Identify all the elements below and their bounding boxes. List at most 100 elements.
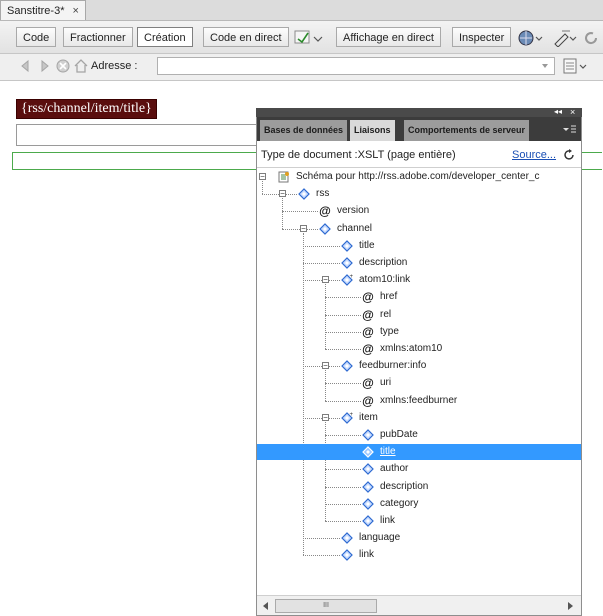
schema-document-icon (278, 171, 290, 183)
scroll-thumb[interactable]: III (275, 599, 377, 613)
schema-tree: − Schéma pour http://rss.adobe.com/develo… (257, 168, 581, 595)
element-icon (362, 497, 374, 510)
element-label: title (380, 446, 396, 458)
address-dropdown-icon[interactable] (539, 60, 551, 72)
svg-text:+: + (350, 412, 354, 418)
tree-node[interactable]: @ type (257, 324, 577, 340)
address-label: Adresse : (91, 60, 138, 72)
refresh-icon[interactable] (584, 30, 600, 46)
element-icon (341, 549, 353, 562)
element-icon (341, 239, 353, 252)
attribute-icon: @ (362, 342, 374, 356)
tree-node[interactable]: @ xmlns:atom10 (257, 341, 577, 357)
attribute-icon: @ (362, 376, 374, 391)
attribute-icon: @ (319, 204, 331, 219)
tree-node[interactable]: description (257, 255, 577, 271)
attribute-icon: @ (362, 324, 374, 339)
tab-databases[interactable]: Bases de données (260, 120, 348, 141)
collapse-toggle-icon[interactable]: − (322, 413, 329, 421)
split-view-button[interactable]: Fractionner (63, 27, 133, 47)
element-label: rss (316, 188, 330, 200)
attribute-label: rel (380, 308, 392, 320)
element-icon (362, 446, 374, 459)
design-view-button[interactable]: Création (137, 27, 193, 47)
tree-node[interactable]: description (257, 479, 577, 495)
element-label: title (359, 239, 375, 251)
refresh-schema-icon[interactable] (562, 148, 576, 162)
tree-node[interactable]: pubDate (257, 427, 577, 443)
tree-node[interactable]: @ uri (257, 375, 577, 391)
document-tab-strip (0, 0, 603, 21)
element-label: link (359, 549, 375, 561)
collapse-toggle-icon[interactable]: − (322, 276, 329, 284)
attribute-icon: @ (362, 307, 374, 322)
tree-node[interactable]: − feedburner:info (257, 358, 577, 374)
attribute-label: xmlns:feedburner (380, 394, 458, 406)
code-view-button[interactable]: Code (16, 27, 57, 47)
tree-node[interactable]: − rss (257, 186, 577, 202)
element-label: description (359, 257, 408, 268)
element-icon (341, 257, 353, 269)
element-label: language (359, 532, 401, 544)
document-tab[interactable]: Sanstitre-3* × (0, 0, 86, 20)
panel-options-menu-icon[interactable] (560, 123, 578, 137)
preview-browser-icon[interactable] (518, 29, 544, 47)
attribute-label: xmlns:atom10 (380, 343, 443, 354)
xslt-dynamic-text[interactable]: {rss/channel/item/title} (16, 99, 157, 119)
attribute-icon: @ (362, 290, 374, 305)
close-panel-icon[interactable]: × (570, 107, 575, 117)
panel-title-bar[interactable] (256, 108, 582, 117)
live-code-button[interactable]: Code en direct (203, 27, 289, 47)
element-label: item (359, 411, 378, 423)
design-text-box[interactable] (16, 124, 264, 146)
element-label: description (380, 480, 429, 492)
tree-node[interactable]: − + item (257, 410, 577, 426)
tree-node[interactable]: category (257, 496, 577, 512)
element-label: pubDate (380, 429, 418, 440)
tree-node[interactable]: link (257, 547, 577, 563)
collapse-toggle-icon[interactable]: − (279, 190, 286, 198)
back-arrow-icon[interactable] (18, 58, 34, 74)
scroll-right-icon[interactable] (565, 601, 575, 611)
horizontal-scrollbar[interactable]: III (257, 595, 581, 615)
tree-node[interactable]: language (257, 530, 577, 546)
visual-aids-icon[interactable] (562, 57, 592, 75)
element-label: channel (337, 222, 373, 234)
element-label: category (380, 497, 419, 509)
tab-bindings[interactable]: Liaisons (350, 120, 395, 141)
live-view-button[interactable]: Affichage en direct (336, 27, 441, 47)
tree-node[interactable]: link (257, 513, 577, 529)
element-icon (341, 532, 353, 545)
source-link[interactable]: Source... (512, 148, 556, 162)
collapse-toggle-icon[interactable]: − (300, 224, 307, 232)
collapse-toggle-icon[interactable]: − (322, 362, 329, 370)
element-icon (298, 188, 310, 201)
stop-icon[interactable] (55, 58, 71, 74)
tree-node[interactable]: − Schéma pour http://rss.adobe.com/develo… (257, 169, 577, 185)
tree-node[interactable]: @ rel (257, 307, 577, 323)
tree-node[interactable]: @ version (257, 203, 577, 219)
element-label: feedburner:info (359, 360, 427, 372)
tree-node[interactable]: − channel (257, 221, 577, 237)
element-icon (362, 515, 374, 527)
browser-check-icon[interactable] (294, 29, 324, 47)
tab-server-behaviors[interactable]: Comportements de serveur (404, 120, 530, 141)
tree-node[interactable]: title (257, 444, 581, 461)
element-icon (362, 463, 374, 476)
tree-node[interactable]: @ href (257, 289, 577, 305)
tree-node[interactable]: title (257, 238, 577, 254)
address-input[interactable] (157, 57, 555, 75)
collapse-toggle-icon[interactable]: − (259, 173, 266, 181)
tree-node[interactable]: − + atom10:link (257, 272, 577, 288)
attribute-label: uri (380, 377, 392, 389)
close-tab-icon[interactable]: × (72, 5, 78, 17)
home-icon[interactable] (73, 58, 89, 74)
collapse-panel-icon[interactable]: ◂◂ (554, 107, 562, 117)
forward-arrow-icon[interactable] (36, 58, 52, 74)
file-management-icon[interactable] (552, 29, 578, 48)
inspect-button[interactable]: Inspecter (452, 27, 512, 47)
element-label: Schéma pour http://rss.adobe.com/develop… (296, 171, 540, 182)
scroll-left-icon[interactable] (261, 601, 271, 611)
tree-node[interactable]: @ xmlns:feedburner (257, 393, 577, 409)
tree-node[interactable]: author (257, 461, 577, 477)
